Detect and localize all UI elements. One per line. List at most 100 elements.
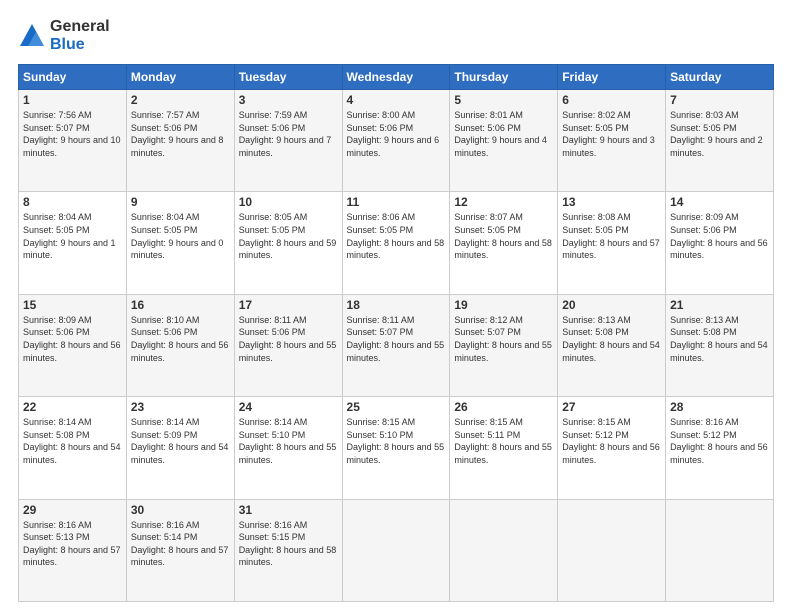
- day-info: Sunrise: 8:15 AMSunset: 5:12 PMDaylight:…: [562, 416, 661, 466]
- logo-icon: [18, 22, 46, 50]
- day-info: Sunrise: 8:04 AMSunset: 5:05 PMDaylight:…: [23, 211, 122, 261]
- calendar-cell: 10 Sunrise: 8:05 AMSunset: 5:05 PMDayligh…: [234, 192, 342, 294]
- day-number: 11: [347, 195, 446, 209]
- calendar-cell: 4 Sunrise: 8:00 AMSunset: 5:06 PMDaylight…: [342, 90, 450, 192]
- calendar-cell: 27 Sunrise: 8:15 AMSunset: 5:12 PMDayligh…: [558, 397, 666, 499]
- day-number: 4: [347, 93, 446, 107]
- day-info: Sunrise: 8:16 AMSunset: 5:12 PMDaylight:…: [670, 416, 769, 466]
- day-info: Sunrise: 8:01 AMSunset: 5:06 PMDaylight:…: [454, 109, 553, 159]
- calendar-cell: 19 Sunrise: 8:12 AMSunset: 5:07 PMDayligh…: [450, 294, 558, 396]
- calendar-cell: 20 Sunrise: 8:13 AMSunset: 5:08 PMDayligh…: [558, 294, 666, 396]
- day-info: Sunrise: 8:13 AMSunset: 5:08 PMDaylight:…: [670, 314, 769, 364]
- calendar-cell: 24Sunrise: 8:14 AMSunset: 5:10 PMDayligh…: [234, 397, 342, 499]
- calendar-cell: [558, 499, 666, 601]
- calendar-week-row: 1 Sunrise: 7:56 AMSunset: 5:07 PMDaylight…: [19, 90, 774, 192]
- day-info: Sunrise: 8:10 AMSunset: 5:06 PMDaylight:…: [131, 314, 230, 364]
- weekday-header: Friday: [558, 65, 666, 90]
- day-info: Sunrise: 7:59 AMSunset: 5:06 PMDaylight:…: [239, 109, 338, 159]
- day-info: Sunrise: 7:57 AMSunset: 5:06 PMDaylight:…: [131, 109, 230, 159]
- calendar-week-row: 22Sunrise: 8:14 AMSunset: 5:08 PMDayligh…: [19, 397, 774, 499]
- day-number: 21: [670, 298, 769, 312]
- day-number: 2: [131, 93, 230, 107]
- day-number: 19: [454, 298, 553, 312]
- calendar-cell: 8 Sunrise: 8:04 AMSunset: 5:05 PMDaylight…: [19, 192, 127, 294]
- day-number: 27: [562, 400, 661, 414]
- day-number: 28: [670, 400, 769, 414]
- calendar-cell: 11 Sunrise: 8:06 AMSunset: 5:05 PMDayligh…: [342, 192, 450, 294]
- day-info: Sunrise: 8:06 AMSunset: 5:05 PMDaylight:…: [347, 211, 446, 261]
- day-number: 15: [23, 298, 122, 312]
- day-number: 31: [239, 503, 338, 517]
- day-number: 17: [239, 298, 338, 312]
- calendar-week-row: 15Sunrise: 8:09 AMSunset: 5:06 PMDayligh…: [19, 294, 774, 396]
- day-info: Sunrise: 8:15 AMSunset: 5:11 PMDaylight:…: [454, 416, 553, 466]
- calendar-cell: 2 Sunrise: 7:57 AMSunset: 5:06 PMDaylight…: [126, 90, 234, 192]
- day-info: Sunrise: 8:04 AMSunset: 5:05 PMDaylight:…: [131, 211, 230, 261]
- day-number: 7: [670, 93, 769, 107]
- weekday-header: Tuesday: [234, 65, 342, 90]
- calendar-cell: 23 Sunrise: 8:14 AMSunset: 5:09 PMDayligh…: [126, 397, 234, 499]
- day-info: Sunrise: 8:11 AMSunset: 5:06 PMDaylight:…: [239, 314, 338, 364]
- calendar-cell: 6 Sunrise: 8:02 AMSunset: 5:05 PMDaylight…: [558, 90, 666, 192]
- day-info: Sunrise: 8:15 AMSunset: 5:10 PMDaylight:…: [347, 416, 446, 466]
- day-info: Sunrise: 8:16 AMSunset: 5:15 PMDaylight:…: [239, 519, 338, 569]
- day-number: 16: [131, 298, 230, 312]
- calendar-cell: [666, 499, 774, 601]
- day-info: Sunrise: 8:14 AMSunset: 5:08 PMDaylight:…: [23, 416, 122, 466]
- calendar-cell: 5 Sunrise: 8:01 AMSunset: 5:06 PMDaylight…: [450, 90, 558, 192]
- logo-text: General Blue: [50, 18, 110, 54]
- day-info: Sunrise: 8:09 AMSunset: 5:06 PMDaylight:…: [670, 211, 769, 261]
- day-info: Sunrise: 8:13 AMSunset: 5:08 PMDaylight:…: [562, 314, 661, 364]
- day-number: 9: [131, 195, 230, 209]
- calendar-cell: 3 Sunrise: 7:59 AMSunset: 5:06 PMDaylight…: [234, 90, 342, 192]
- calendar-cell: 29Sunrise: 8:16 AMSunset: 5:13 PMDayligh…: [19, 499, 127, 601]
- day-number: 5: [454, 93, 553, 107]
- calendar-cell: 28 Sunrise: 8:16 AMSunset: 5:12 PMDayligh…: [666, 397, 774, 499]
- day-number: 30: [131, 503, 230, 517]
- day-number: 1: [23, 93, 122, 107]
- day-info: Sunrise: 8:03 AMSunset: 5:05 PMDaylight:…: [670, 109, 769, 159]
- day-number: 20: [562, 298, 661, 312]
- day-number: 13: [562, 195, 661, 209]
- day-number: 8: [23, 195, 122, 209]
- day-info: Sunrise: 7:56 AMSunset: 5:07 PMDaylight:…: [23, 109, 122, 159]
- day-info: Sunrise: 8:00 AMSunset: 5:06 PMDaylight:…: [347, 109, 446, 159]
- calendar-cell: 16 Sunrise: 8:10 AMSunset: 5:06 PMDayligh…: [126, 294, 234, 396]
- day-number: 24: [239, 400, 338, 414]
- day-info: Sunrise: 8:16 AMSunset: 5:14 PMDaylight:…: [131, 519, 230, 569]
- day-info: Sunrise: 8:08 AMSunset: 5:05 PMDaylight:…: [562, 211, 661, 261]
- day-number: 14: [670, 195, 769, 209]
- day-info: Sunrise: 8:05 AMSunset: 5:05 PMDaylight:…: [239, 211, 338, 261]
- calendar-cell: 7 Sunrise: 8:03 AMSunset: 5:05 PMDaylight…: [666, 90, 774, 192]
- calendar-cell: 18Sunrise: 8:11 AMSunset: 5:07 PMDayligh…: [342, 294, 450, 396]
- weekday-header: Saturday: [666, 65, 774, 90]
- calendar-cell: 31 Sunrise: 8:16 AMSunset: 5:15 PMDayligh…: [234, 499, 342, 601]
- day-number: 23: [131, 400, 230, 414]
- calendar-cell: 1 Sunrise: 7:56 AMSunset: 5:07 PMDaylight…: [19, 90, 127, 192]
- logo: General Blue: [18, 18, 110, 54]
- day-number: 25: [347, 400, 446, 414]
- day-number: 18: [347, 298, 446, 312]
- calendar-cell: 13 Sunrise: 8:08 AMSunset: 5:05 PMDayligh…: [558, 192, 666, 294]
- calendar-cell: 25 Sunrise: 8:15 AMSunset: 5:10 PMDayligh…: [342, 397, 450, 499]
- day-info: Sunrise: 8:12 AMSunset: 5:07 PMDaylight:…: [454, 314, 553, 364]
- calendar-week-row: 29Sunrise: 8:16 AMSunset: 5:13 PMDayligh…: [19, 499, 774, 601]
- day-number: 10: [239, 195, 338, 209]
- day-number: 3: [239, 93, 338, 107]
- calendar-body: 1 Sunrise: 7:56 AMSunset: 5:07 PMDaylight…: [19, 90, 774, 602]
- weekday-header: Wednesday: [342, 65, 450, 90]
- day-number: 6: [562, 93, 661, 107]
- day-info: Sunrise: 8:02 AMSunset: 5:05 PMDaylight:…: [562, 109, 661, 159]
- calendar-cell: 12Sunrise: 8:07 AMSunset: 5:05 PMDayligh…: [450, 192, 558, 294]
- calendar-cell: 30 Sunrise: 8:16 AMSunset: 5:14 PMDayligh…: [126, 499, 234, 601]
- day-info: Sunrise: 8:16 AMSunset: 5:13 PMDaylight:…: [23, 519, 122, 569]
- calendar-week-row: 8 Sunrise: 8:04 AMSunset: 5:05 PMDaylight…: [19, 192, 774, 294]
- day-info: Sunrise: 8:14 AMSunset: 5:09 PMDaylight:…: [131, 416, 230, 466]
- calendar-cell: 17 Sunrise: 8:11 AMSunset: 5:06 PMDayligh…: [234, 294, 342, 396]
- calendar-cell: 15Sunrise: 8:09 AMSunset: 5:06 PMDayligh…: [19, 294, 127, 396]
- calendar-cell: [342, 499, 450, 601]
- calendar-cell: 22Sunrise: 8:14 AMSunset: 5:08 PMDayligh…: [19, 397, 127, 499]
- calendar-cell: 14 Sunrise: 8:09 AMSunset: 5:06 PMDayligh…: [666, 192, 774, 294]
- calendar-cell: 9 Sunrise: 8:04 AMSunset: 5:05 PMDaylight…: [126, 192, 234, 294]
- weekday-header: Monday: [126, 65, 234, 90]
